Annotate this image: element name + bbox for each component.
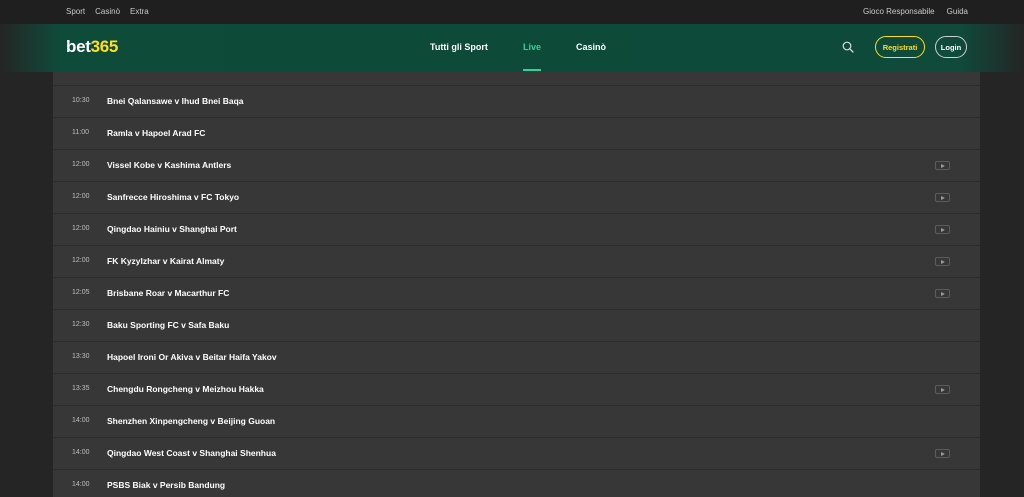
event-row[interactable]: 12:00 FK Kyzylzhar v Kairat Almaty <box>53 246 980 278</box>
event-time: 14:00 <box>72 449 90 456</box>
event-match-name[interactable]: FK Kyzylzhar v Kairat Almaty <box>107 256 224 266</box>
event-match-name[interactable]: Hapoel Ironi Or Akiva v Beitar Haifa Yak… <box>107 352 277 362</box>
event-time: 11:00 <box>72 129 89 136</box>
event-row[interactable]: 12:30 Baku Sporting FC v Safa Baku <box>53 310 980 342</box>
nav-active-underline <box>523 69 541 71</box>
live-stream-icon[interactable] <box>935 193 950 202</box>
live-stream-icon[interactable] <box>935 257 950 266</box>
event-row[interactable]: 12:00 Sanfrecce Hiroshima v FC Tokyo <box>53 182 980 214</box>
event-match-name[interactable]: Shenzhen Xinpengcheng v Beijing Guoan <box>107 416 275 426</box>
event-time: 12:00 <box>72 193 90 200</box>
search-icon[interactable] <box>842 41 854 53</box>
event-time: 12:30 <box>72 321 90 328</box>
event-time: 10:30 <box>72 97 90 104</box>
event-match-name[interactable]: Sanfrecce Hiroshima v FC Tokyo <box>107 192 239 202</box>
nav-live[interactable]: Live <box>523 42 541 52</box>
main-nav: Tutti gli Sport Live Casinò <box>0 42 1024 72</box>
live-stream-icon[interactable] <box>935 225 950 234</box>
event-row[interactable]: 13:30 Hapoel Ironi Or Akiva v Beitar Haif… <box>53 342 980 374</box>
event-time: 13:35 <box>72 385 90 392</box>
top-link-casino[interactable]: Casinò <box>95 7 120 16</box>
event-time: 14:00 <box>72 481 90 488</box>
event-row[interactable]: 12:00 Qingdao Hainiu v Shanghai Port <box>53 214 980 246</box>
login-button[interactable]: Login <box>935 36 967 58</box>
main-header: bet365 Tutti gli Sport Live Casinò Regis… <box>0 24 1024 72</box>
nav-casino[interactable]: Casinò <box>576 42 606 52</box>
event-match-name[interactable]: Qingdao West Coast v Shanghai Shenhua <box>107 448 276 458</box>
event-row[interactable]: 10:30 Bnei Qalansawe v Ihud Bnei Baqa <box>53 86 980 118</box>
event-time: 12:05 <box>72 289 90 296</box>
event-time: 12:00 <box>72 257 90 264</box>
event-time: 13:30 <box>72 353 90 360</box>
events-list: 10:30Western Sydney v Sydney United 5810… <box>53 72 980 497</box>
event-time: 12:00 <box>72 225 90 232</box>
top-left-links: Sport Casinò Extra <box>66 7 149 16</box>
event-row[interactable]: 14:00 Shenzhen Xinpengcheng v Beijing Guo… <box>53 406 980 438</box>
top-link-responsible-gaming[interactable]: Gioco Responsabile <box>863 7 935 16</box>
live-stream-icon[interactable] <box>935 449 950 458</box>
register-button[interactable]: Registrati <box>875 36 925 58</box>
event-match-name[interactable]: Chengdu Rongcheng v Meizhou Hakka <box>107 384 264 394</box>
event-time: 14:00 <box>72 417 90 424</box>
top-link-help[interactable]: Guida <box>947 7 968 16</box>
live-stream-icon[interactable] <box>935 385 950 394</box>
nav-all-sports[interactable]: Tutti gli Sport <box>430 42 488 52</box>
event-match-name[interactable]: Vissel Kobe v Kashima Antlers <box>107 160 231 170</box>
event-row[interactable]: 12:05 Brisbane Roar v Macarthur FC <box>53 278 980 310</box>
event-match-name[interactable]: Baku Sporting FC v Safa Baku <box>107 320 229 330</box>
event-match-name[interactable]: PSBS Biak v Persib Bandung <box>107 480 225 490</box>
event-row[interactable]: 14:00 PSBS Biak v Persib Bandung <box>53 470 980 497</box>
top-link-sport[interactable]: Sport <box>66 7 85 16</box>
live-stream-icon[interactable] <box>935 161 950 170</box>
live-stream-icon[interactable] <box>935 289 950 298</box>
top-link-extra[interactable]: Extra <box>130 7 149 16</box>
event-row[interactable]: 14:00 Qingdao West Coast v Shanghai Shenh… <box>53 438 980 470</box>
top-right-links: Gioco Responsabile Guida <box>863 7 968 16</box>
event-row[interactable]: 13:35 Chengdu Rongcheng v Meizhou Hakka <box>53 374 980 406</box>
event-time: 12:00 <box>72 161 90 168</box>
event-match-name[interactable]: Ramla v Hapoel Arad FC <box>107 128 205 138</box>
event-match-name[interactable]: Bnei Qalansawe v Ihud Bnei Baqa <box>107 96 244 106</box>
event-match-name[interactable]: Brisbane Roar v Macarthur FC <box>107 288 229 298</box>
top-utility-bar: Sport Casinò Extra Gioco Responsabile Gu… <box>0 0 1024 24</box>
event-match-name[interactable]: Qingdao Hainiu v Shanghai Port <box>107 224 237 234</box>
event-row[interactable]: 12:00 Vissel Kobe v Kashima Antlers <box>53 150 980 182</box>
event-row[interactable]: 11:00 Ramla v Hapoel Arad FC <box>53 118 980 150</box>
event-row[interactable]: 10:30Western Sydney v Sydney United 58 <box>53 72 980 86</box>
